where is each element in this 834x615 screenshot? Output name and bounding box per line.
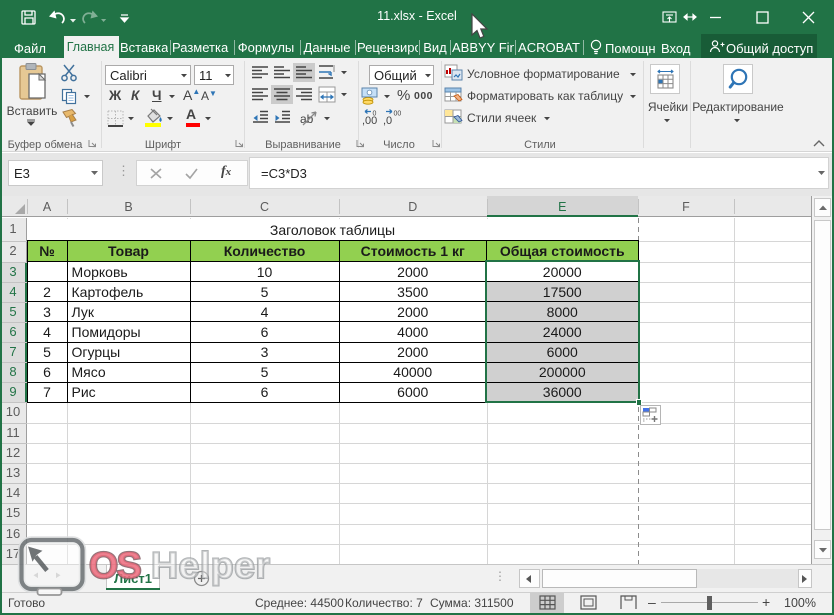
- svg-text:Helper: Helper: [151, 544, 270, 586]
- svg-text:00: 00: [394, 111, 402, 118]
- svg-text:,0: ,0: [383, 115, 392, 127]
- svg-text:OS: OS: [89, 544, 141, 586]
- svg-text:0: 0: [373, 111, 377, 118]
- svg-text:ab: ab: [300, 112, 314, 126]
